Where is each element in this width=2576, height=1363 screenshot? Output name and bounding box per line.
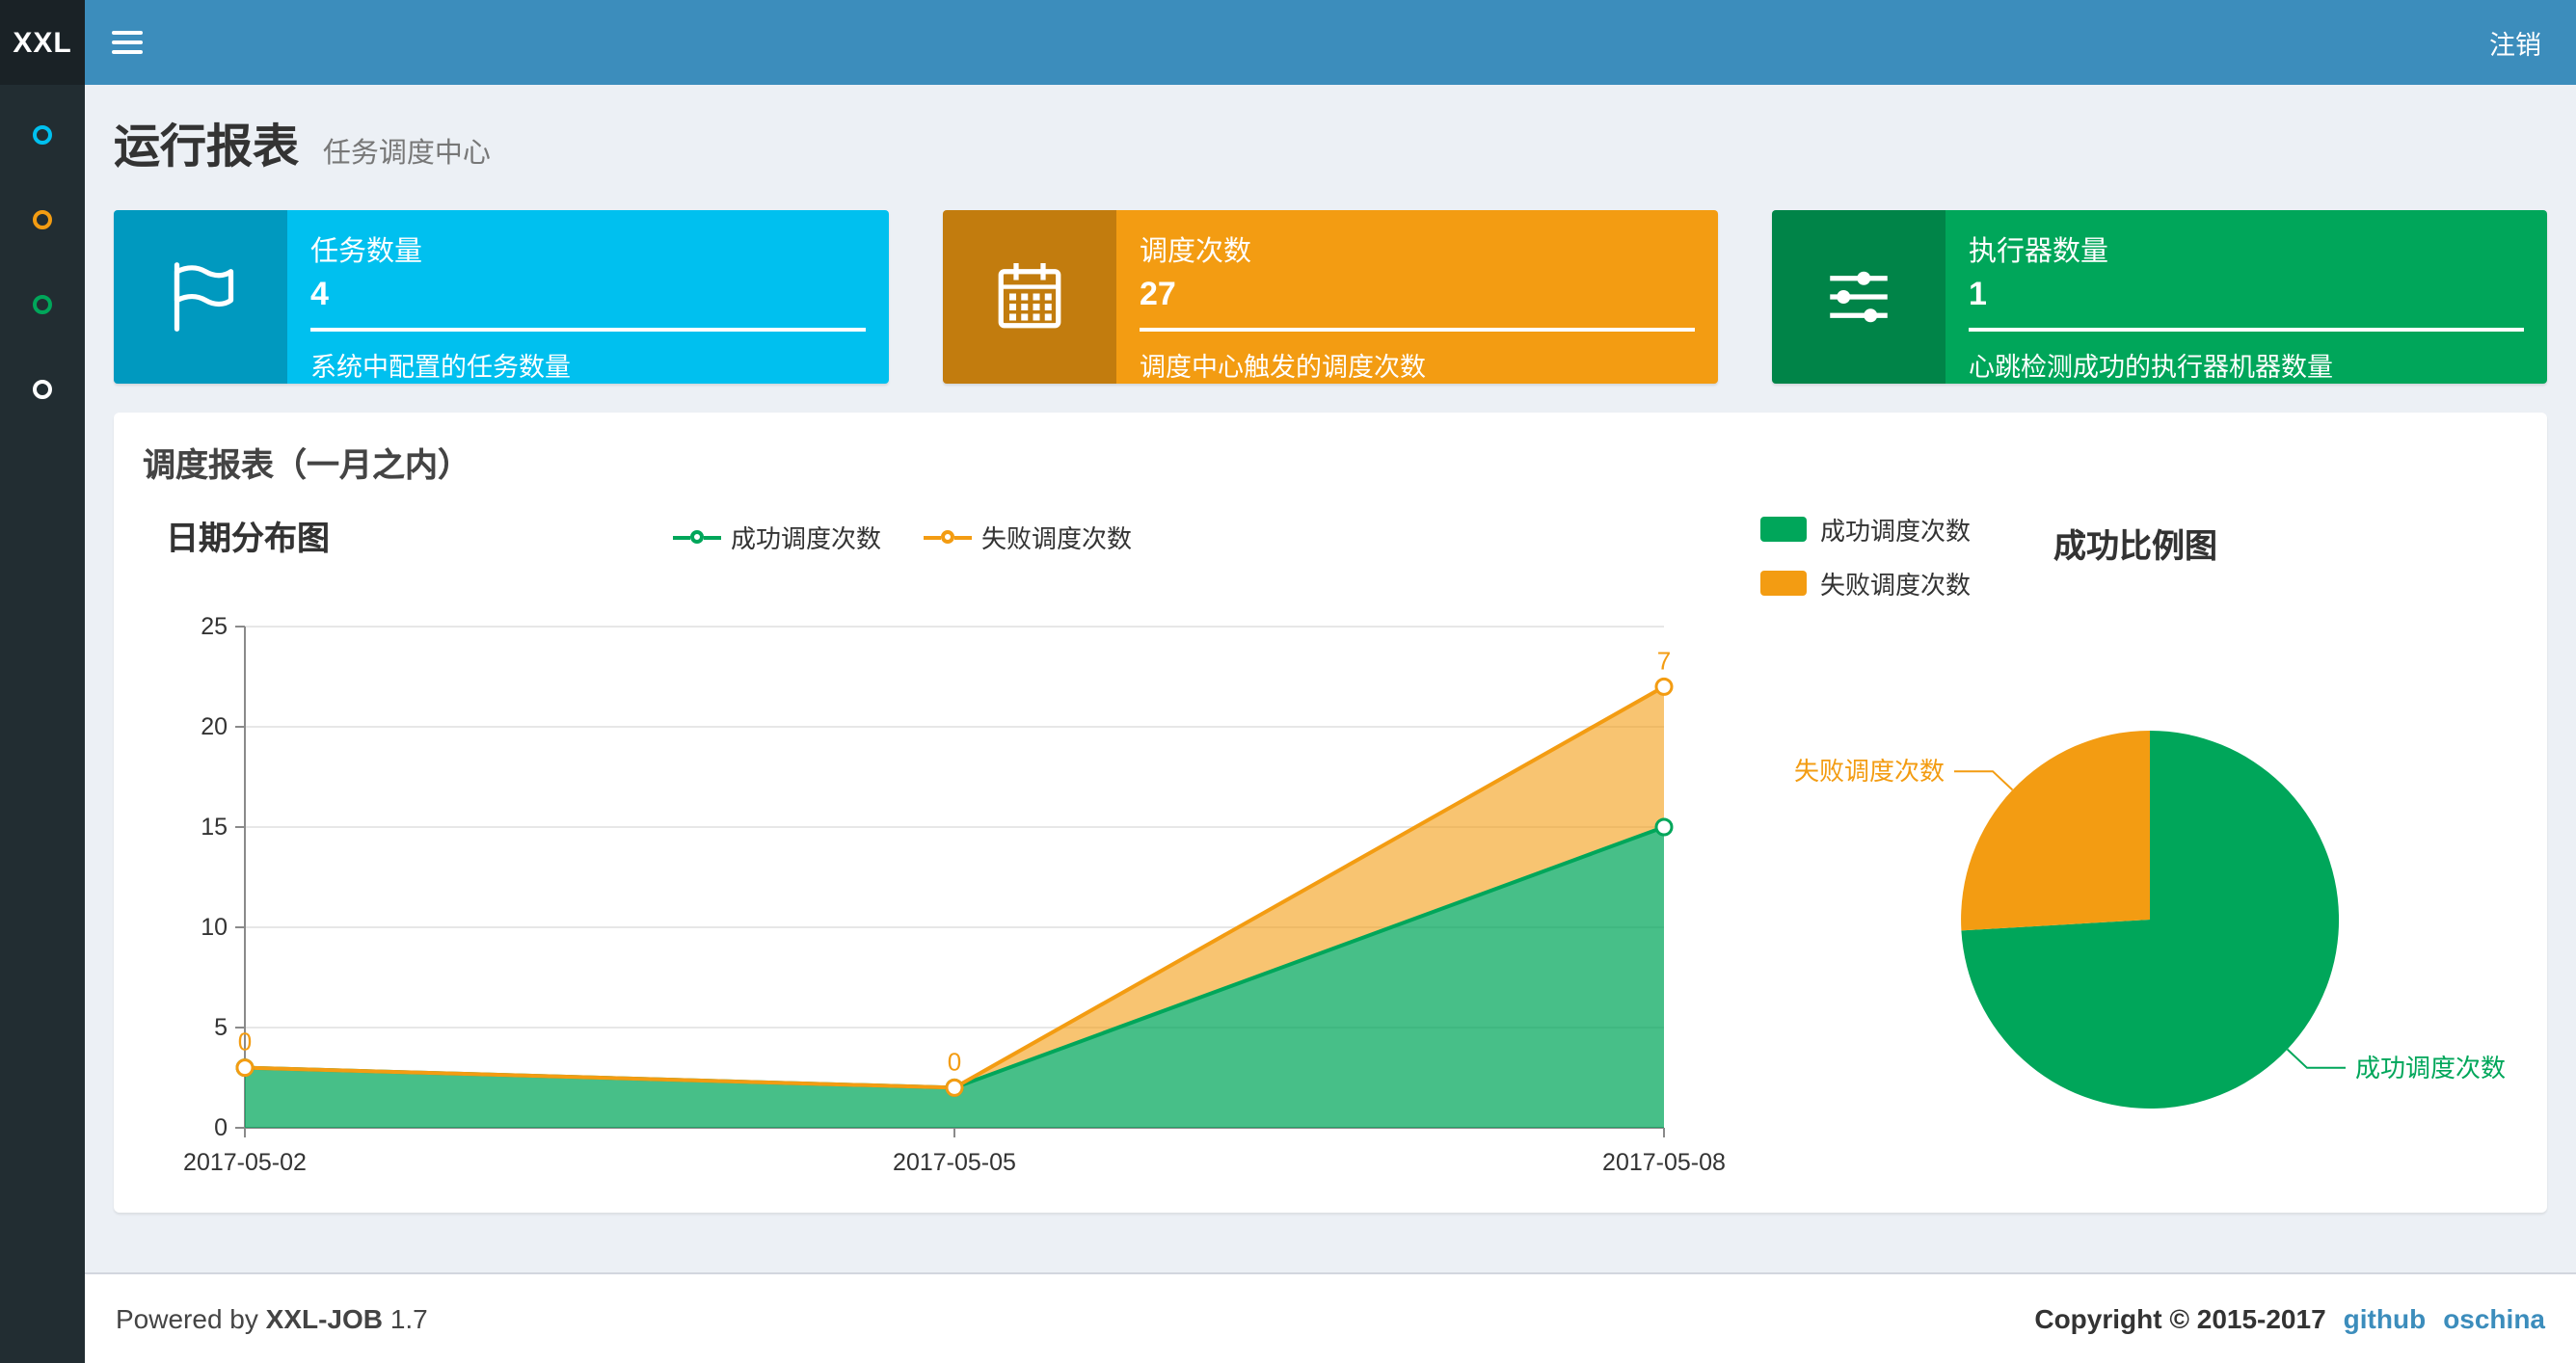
- powered-by-text: Powered by: [116, 1303, 258, 1334]
- brand-name: XXL-JOB: [265, 1303, 384, 1334]
- fail-point[interactable]: [945, 1078, 964, 1097]
- main-content: 运行报表 任务调度中心 任务数量 4 系统中配置的任务数量 调度次数 27 调度…: [85, 85, 2576, 1363]
- sidebar-item-jobs[interactable]: [0, 177, 85, 262]
- info-box-value: 27: [1140, 276, 1176, 312]
- x-tick-label: 2017-05-02: [183, 1149, 307, 1176]
- circle-aqua-icon: [33, 125, 52, 145]
- progress-bar: [1140, 328, 1695, 332]
- line-marker-icon: [924, 530, 973, 544]
- pie-chart-svg: 成功调度次数 失败调度次数: [1794, 731, 2506, 1109]
- x-tick-label: 2017-05-08: [1602, 1149, 1726, 1176]
- legend-label: 失败调度次数: [981, 524, 1133, 553]
- progress-bar: [1969, 328, 2524, 332]
- line-chart-legend: 成功调度次数 失败调度次数: [673, 519, 1132, 555]
- sliders-icon: [1772, 210, 1945, 384]
- app-logo-text: XXL: [13, 26, 72, 59]
- line-marker-icon: [673, 530, 721, 544]
- hamburger-icon: [112, 31, 143, 35]
- y-tick-label: 10: [201, 914, 228, 941]
- copyright: Copyright © 2015-2017 github oschina: [2034, 1303, 2545, 1334]
- info-box-label: 任务数量: [310, 237, 422, 268]
- legend-label: 成功调度次数: [1820, 517, 1972, 546]
- y-tick-label: 25: [201, 613, 228, 640]
- version-text: 1.7: [389, 1303, 428, 1334]
- sidebar-item-help[interactable]: [0, 347, 85, 432]
- xxl-job-dashboard: XXL 注销 运行报表 任务调度中心 任务数量 4 系统中配置的任务数量 调度次…: [0, 0, 2576, 1363]
- y-tick-label: 5: [214, 1014, 228, 1041]
- info-box-content: 调度次数 27 调度中心触发的调度次数: [1116, 210, 1718, 384]
- copyright-text: Copyright © 2015-2017: [2034, 1303, 2326, 1334]
- sidebar-item-logs[interactable]: [0, 262, 85, 347]
- panel-body: 日期分布图 成功调度次数 失败调度次数 0 5 10 15 20 25 2017-05-02…: [114, 503, 2547, 1203]
- logout-link[interactable]: 注销: [2455, 0, 2576, 85]
- fail-value-label: 0: [948, 1047, 961, 1076]
- progress-track: [1969, 328, 2524, 332]
- info-box-value: 4: [310, 276, 329, 312]
- circle-white-icon: [33, 380, 52, 399]
- pie-slice[interactable]: [1961, 731, 2150, 931]
- line-chart-svg: 05101520252017-05-02 2017-05-05 2017-05-08…: [183, 613, 1726, 1176]
- info-box-executors: 执行器数量 1 心跳检测成功的执行器机器数量: [1772, 210, 2547, 384]
- success-point[interactable]: [1654, 817, 1674, 837]
- page-footer: Powered by XXL-JOB 1.7 Copyright © 2015-…: [85, 1272, 2576, 1363]
- page-subtitle: 任务调度中心: [322, 139, 491, 170]
- info-box-description: 心跳检测成功的执行器机器数量: [1969, 353, 2333, 382]
- legend-label: 成功调度次数: [731, 524, 882, 553]
- info-box-label: 执行器数量: [1969, 237, 2108, 268]
- hamburger-icon: [112, 50, 143, 54]
- calendar-icon: [943, 210, 1116, 384]
- info-box-row: 任务数量 4 系统中配置的任务数量 调度次数 27 调度中心触发的调度次数 执行…: [114, 210, 2547, 384]
- info-box-description: 调度中心触发的调度次数: [1140, 353, 1426, 382]
- info-box-content: 任务数量 4 系统中配置的任务数量: [287, 210, 889, 384]
- date-distribution-chart: 日期分布图 成功调度次数 失败调度次数 0 5 10 15 20 25 2017-05-02…: [114, 503, 1745, 1197]
- panel-title: 调度报表（一月之内）: [143, 447, 470, 484]
- y-tick-label: 0: [214, 1114, 228, 1141]
- fail-value-label: 7: [1657, 646, 1671, 675]
- info-box-triggers: 调度次数 27 调度中心触发的调度次数: [943, 210, 1718, 384]
- sidebar: [0, 85, 85, 1363]
- powered-by: Powered by XXL-JOB 1.7: [116, 1303, 428, 1334]
- fail-point[interactable]: [235, 1058, 255, 1078]
- page-title: 运行报表: [114, 121, 299, 174]
- page-header: 运行报表 任务调度中心: [85, 85, 2576, 191]
- info-box-description: 系统中配置的任务数量: [310, 353, 571, 382]
- top-navbar: XXL 注销: [0, 0, 2576, 85]
- hamburger-icon: [112, 40, 143, 44]
- progress-track: [1140, 328, 1695, 332]
- y-tick-label: 20: [201, 713, 228, 740]
- legend-item-success[interactable]: 成功调度次数: [1760, 511, 1971, 548]
- pie-label: 成功调度次数: [2355, 1054, 2506, 1082]
- pie-label-line: [1954, 770, 2014, 791]
- fail-point[interactable]: [1654, 677, 1674, 696]
- legend-item-fail[interactable]: 失败调度次数: [924, 519, 1132, 555]
- swatch-icon: [1760, 517, 1807, 542]
- pie-label: 失败调度次数: [1794, 757, 1945, 786]
- info-box-value: 1: [1969, 276, 1987, 312]
- sidebar-toggle-button[interactable]: [85, 0, 170, 85]
- app-logo[interactable]: XXL: [0, 0, 85, 85]
- sidebar-item-report[interactable]: [0, 93, 85, 177]
- x-tick-label: 2017-05-05: [893, 1149, 1016, 1176]
- pie-chart-title: 成功比例图: [2053, 528, 2217, 565]
- circle-yellow-icon: [33, 210, 52, 229]
- progress-bar: [310, 328, 866, 332]
- info-box-content: 执行器数量 1 心跳检测成功的执行器机器数量: [1945, 210, 2547, 384]
- info-box-label: 调度次数: [1140, 237, 1251, 268]
- info-box-jobs: 任务数量 4 系统中配置的任务数量: [114, 210, 889, 384]
- circle-green-icon: [33, 295, 52, 314]
- line-chart-title: 日期分布图: [166, 521, 330, 557]
- oschina-link[interactable]: oschina: [2443, 1303, 2545, 1334]
- report-panel: 调度报表（一月之内） 日期分布图 成功调度次数 失败调度次数 0 5 10 15…: [114, 413, 2547, 1213]
- github-link[interactable]: github: [2344, 1303, 2427, 1334]
- legend-item-success[interactable]: 成功调度次数: [673, 519, 881, 555]
- progress-track: [310, 328, 866, 332]
- y-tick-label: 15: [201, 814, 228, 841]
- fail-value-label: 0: [238, 1028, 252, 1056]
- success-ratio-chart: 成功调度次数 失败调度次数 成功比例图 成功调度次数 失败调度次数: [1745, 503, 2547, 1197]
- pie-label-line: [2286, 1048, 2346, 1069]
- flag-icon: [114, 210, 287, 384]
